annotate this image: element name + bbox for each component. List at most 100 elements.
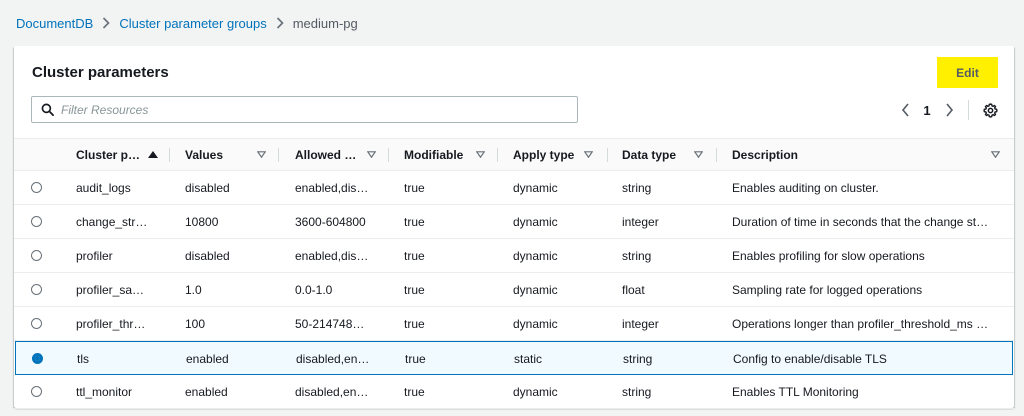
- cell-allowed-values: 3600-604800: [295, 214, 366, 229]
- cell-apply-type: static: [514, 351, 543, 366]
- cell-modifiable: true: [404, 384, 425, 399]
- sort-ascending-icon: [148, 151, 158, 158]
- table-row[interactable]: profiler_thr… 100 50-214748… true dynamic int…: [14, 307, 1014, 341]
- filter-input[interactable]: [61, 102, 561, 117]
- table-body: audit_logs disabled enabled,dis… true dynami…: [14, 171, 1014, 409]
- row-select-radio[interactable]: [32, 353, 43, 364]
- sort-caret-down-icon: [367, 151, 376, 158]
- cell-value: enabled: [186, 351, 229, 366]
- table-row[interactable]: change_str… 10800 3600-604800 true dynamic in…: [14, 205, 1014, 239]
- cell-allowed-values: disabled,en…: [296, 351, 370, 366]
- cell-parameter-name: change_str…: [76, 214, 148, 229]
- row-select-radio[interactable]: [31, 216, 42, 227]
- cell-data-type: string: [623, 351, 653, 366]
- row-select-radio[interactable]: [31, 284, 42, 295]
- cell-data-type: float: [622, 282, 645, 297]
- previous-page-button[interactable]: [894, 99, 916, 121]
- pagination: 1: [894, 98, 1001, 122]
- column-header-values[interactable]: Values: [185, 139, 282, 170]
- edit-button[interactable]: Edit: [937, 57, 998, 88]
- table-header: Cluster p… Values Allowed … Modifiable A…: [14, 138, 1014, 171]
- cluster-parameters-panel: Cluster parameters Edit 1 Cluster p…: [14, 46, 1014, 409]
- cell-modifiable: true: [405, 351, 426, 366]
- cell-modifiable: true: [404, 316, 425, 331]
- cell-modifiable: true: [404, 180, 425, 195]
- column-divider: [497, 148, 498, 162]
- sort-caret-down-icon: [991, 151, 1000, 158]
- chevron-right-icon: [945, 103, 953, 117]
- table-row[interactable]: audit_logs disabled enabled,dis… true dynami…: [14, 171, 1014, 205]
- column-header-label: Values: [185, 147, 224, 162]
- sort-caret-down-icon: [476, 151, 485, 158]
- next-page-button[interactable]: [938, 99, 960, 121]
- column-header-label: Cluster p…: [76, 147, 141, 162]
- parameters-table: Cluster p… Values Allowed … Modifiable A…: [14, 138, 1014, 409]
- cell-apply-type: dynamic: [513, 248, 558, 263]
- column-header-data-type[interactable]: Data type: [622, 139, 722, 170]
- column-divider: [278, 148, 279, 162]
- panel-title: Cluster parameters: [32, 64, 169, 81]
- table-row[interactable]: profiler_sa… 1.0 0.0-1.0 true dynamic float Sa…: [14, 273, 1014, 307]
- current-page-number[interactable]: 1: [916, 103, 938, 118]
- row-select-radio[interactable]: [31, 386, 42, 397]
- sort-caret-down-icon: [257, 151, 266, 158]
- cell-data-type: string: [622, 384, 652, 399]
- cell-parameter-name: audit_logs: [76, 180, 131, 195]
- cell-allowed-values: enabled,dis…: [295, 180, 369, 195]
- cell-allowed-values: enabled,dis…: [295, 248, 369, 263]
- breadcrumb-current: medium-pg: [292, 15, 358, 31]
- cell-modifiable: true: [404, 248, 425, 263]
- column-divider: [169, 148, 170, 162]
- column-header-cluster-parameter[interactable]: Cluster p…: [76, 139, 172, 170]
- cell-value: 10800: [185, 214, 219, 229]
- cell-value: disabled: [185, 248, 230, 263]
- filter-box: [31, 96, 578, 123]
- breadcrumb: DocumentDB Cluster parameter groups medi…: [16, 14, 358, 32]
- cell-parameter-name: profiler_sa…: [76, 282, 145, 297]
- table-row[interactable]: profiler disabled enabled,dis… true dynamic s…: [14, 239, 1014, 273]
- column-header-modifiable[interactable]: Modifiable: [404, 139, 504, 170]
- cell-data-type: integer: [622, 214, 659, 229]
- table-row[interactable]: tls enabled disabled,en… true static string Co…: [15, 341, 1013, 375]
- cell-value: 100: [185, 316, 206, 331]
- chevron-right-icon: [102, 17, 110, 29]
- sort-caret-down-icon: [694, 151, 703, 158]
- breadcrumb-link-documentdb[interactable]: DocumentDB: [16, 16, 93, 31]
- cell-parameter-name: profiler: [76, 248, 113, 263]
- column-header-label: Allowed …: [295, 147, 357, 162]
- row-select-radio[interactable]: [31, 318, 42, 329]
- column-header-label: Description: [732, 147, 799, 162]
- column-header-apply-type[interactable]: Apply type: [513, 139, 613, 170]
- cell-parameter-name: ttl_monitor: [76, 384, 133, 399]
- column-header-allowed-values[interactable]: Allowed …: [295, 139, 392, 170]
- cell-description: Enables profiling for slow operations: [732, 248, 925, 263]
- preferences-button[interactable]: [979, 99, 1001, 121]
- cell-modifiable: true: [404, 282, 425, 297]
- cell-apply-type: dynamic: [513, 384, 558, 399]
- cell-data-type: string: [622, 180, 652, 195]
- row-select-radio[interactable]: [31, 250, 42, 261]
- row-select-radio[interactable]: [31, 182, 42, 193]
- cell-allowed-values: disabled,en…: [295, 384, 369, 399]
- cell-data-type: string: [622, 248, 652, 263]
- cell-apply-type: dynamic: [513, 180, 558, 195]
- breadcrumb-link-cluster-parameter-groups[interactable]: Cluster parameter groups: [119, 16, 266, 31]
- column-divider: [607, 148, 608, 162]
- edit-button-label: Edit: [956, 65, 979, 80]
- cell-apply-type: dynamic: [513, 316, 558, 331]
- cell-data-type: integer: [622, 316, 659, 331]
- gear-icon: [982, 102, 998, 118]
- search-icon: [41, 103, 54, 116]
- cell-description: Duration of time in seconds that the cha…: [732, 214, 989, 229]
- cell-parameter-name: tls: [77, 351, 89, 366]
- sort-caret-down-icon: [584, 151, 593, 158]
- cell-parameter-name: profiler_thr…: [76, 316, 146, 331]
- cell-value: 1.0: [185, 282, 202, 297]
- cell-description: Enables TTL Monitoring: [732, 384, 859, 399]
- table-row[interactable]: ttl_monitor enabled disabled,en… true dynami…: [14, 375, 1014, 409]
- column-header-description[interactable]: Description: [732, 139, 1002, 170]
- column-header-label: Modifiable: [404, 147, 464, 162]
- cell-apply-type: dynamic: [513, 282, 558, 297]
- cell-modifiable: true: [404, 214, 425, 229]
- cell-description: Operations longer than profiler_threshol…: [732, 316, 989, 331]
